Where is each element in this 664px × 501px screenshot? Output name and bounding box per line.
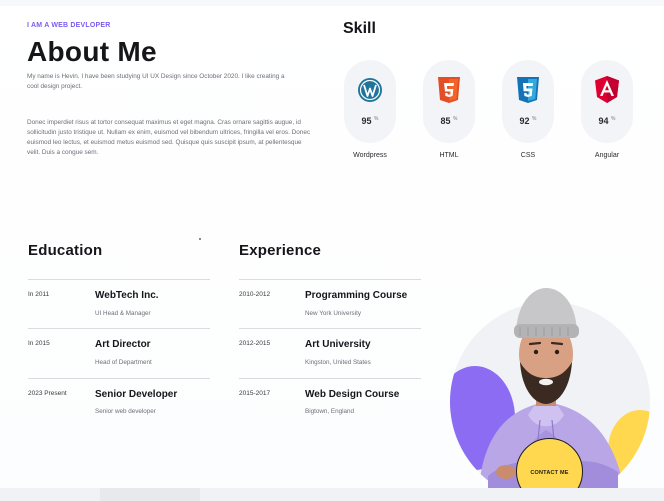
skill-value: 85	[440, 116, 451, 126]
css3-icon	[517, 77, 539, 103]
eyebrow-label: I AM A WEB DEVLOPER	[27, 22, 111, 29]
divider	[28, 328, 210, 329]
about-intro: My name is Hevin. I have been studying U…	[27, 73, 285, 90]
bottom-band	[0, 488, 664, 501]
skill-card-html: 85 %	[423, 60, 475, 143]
education-role: Senior Developer	[95, 389, 178, 400]
experience-role: Web Design Course	[305, 389, 400, 400]
contact-me-label: CONTACT ME	[530, 470, 569, 476]
experience-year: 2012-2015	[239, 340, 271, 347]
divider	[239, 378, 421, 379]
skill-percent: 94 %	[581, 116, 633, 126]
top-band	[0, 0, 664, 6]
experience-year: 2010-2012	[239, 291, 271, 298]
experience-year: 2015-2017	[239, 390, 271, 397]
divider	[239, 279, 421, 280]
divider	[28, 279, 210, 280]
skill-name: Wordpress	[353, 152, 387, 159]
skill-name: Angular	[594, 152, 620, 159]
skill-unit: %	[532, 116, 537, 122]
skill-name: CSS	[520, 152, 536, 159]
education-sub: UI Head & Manager	[95, 310, 151, 317]
education-role: Art Director	[95, 339, 151, 350]
skill-unit: %	[611, 116, 616, 122]
bottom-mark	[100, 488, 200, 501]
decorative-dot	[199, 238, 201, 240]
divider	[28, 378, 210, 379]
skill-card-css: 92 %	[502, 60, 554, 143]
skill-percent: 92 %	[502, 116, 554, 126]
skill-card-angular: 94 %	[581, 60, 633, 143]
about-title: About Me	[27, 36, 157, 67]
html5-icon	[438, 77, 460, 103]
experience-role: Programming Course	[305, 290, 408, 301]
skill-title: Skill	[343, 20, 376, 37]
education-year: In 2015	[28, 340, 50, 347]
skill-unit: %	[374, 116, 379, 122]
skill-unit: %	[453, 116, 458, 122]
skill-name: HTML	[439, 152, 459, 159]
skill-percent: 85 %	[423, 116, 475, 126]
skill-value: 94	[598, 116, 609, 126]
experience-sub: New York University	[305, 310, 361, 317]
skill-value: 95	[361, 116, 372, 126]
experience-role: Art University	[305, 339, 371, 350]
divider	[239, 328, 421, 329]
experience-sub: Kingston, United States	[305, 359, 371, 366]
experience-sub: Bigtown, England	[305, 408, 355, 415]
about-body: Donec imperdiet risus at tortor consequa…	[27, 119, 311, 156]
experience-title: Experience	[239, 242, 322, 259]
education-sub: Senior web developer	[95, 408, 156, 415]
education-title: Education	[28, 242, 103, 259]
wordpress-icon	[358, 78, 382, 102]
education-year: In 2011	[28, 291, 50, 298]
skill-percent: 95 %	[344, 116, 396, 126]
education-role: WebTech Inc.	[95, 290, 159, 301]
education-sub: Head of Department	[95, 359, 152, 366]
skill-card-wordpress: 95 %	[344, 60, 396, 143]
page: I AM A WEB DEVLOPER About Me My name is …	[0, 0, 664, 501]
education-year: 2023 Present	[28, 390, 67, 397]
angular-icon	[595, 76, 619, 103]
skill-value: 92	[519, 116, 530, 126]
